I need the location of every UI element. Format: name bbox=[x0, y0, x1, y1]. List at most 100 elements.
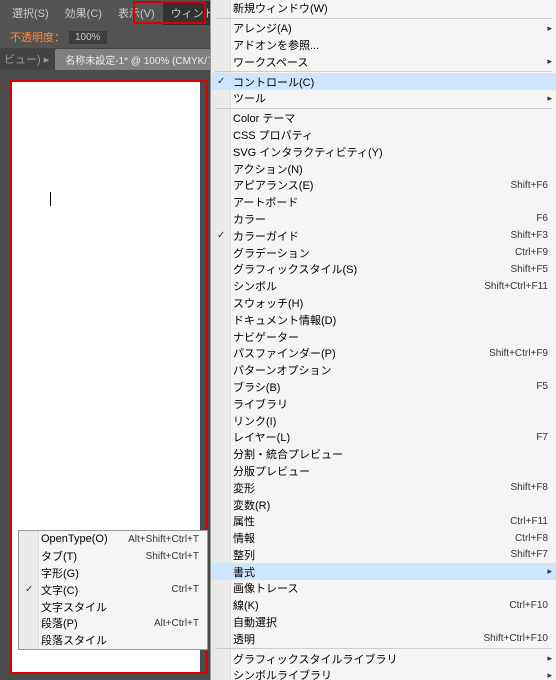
menu-item-shortcut: Shift+F8 bbox=[510, 482, 548, 493]
window-menu-item[interactable]: 分版プレビュー bbox=[211, 463, 556, 480]
window-menu-item[interactable]: 変形Shift+F8 bbox=[211, 479, 556, 496]
menu-item-label: 変形 bbox=[233, 480, 510, 496]
submenu-arrow-icon: ▸ bbox=[547, 56, 552, 67]
menu-item-shortcut: Shift+Ctrl+F9 bbox=[489, 348, 548, 359]
window-menu-item[interactable]: ドキュメント情報(D) bbox=[211, 311, 556, 328]
menu-item-shortcut: F6 bbox=[536, 213, 548, 224]
menu-item-label: 情報 bbox=[233, 530, 515, 546]
window-menu-item[interactable]: カラーガイドShift+F3 bbox=[211, 227, 556, 244]
window-menu-item[interactable]: アレンジ(A)▸ bbox=[211, 20, 556, 37]
type-submenu-item[interactable]: OpenType(O)Alt+Shift+Ctrl+T bbox=[19, 531, 207, 548]
window-menu-item[interactable]: 情報Ctrl+F8 bbox=[211, 530, 556, 547]
window-menu-item[interactable]: ツール▸ bbox=[211, 90, 556, 107]
submenu-arrow-icon: ▸ bbox=[547, 670, 552, 680]
window-menu-item[interactable]: ライブラリ bbox=[211, 395, 556, 412]
submenu-arrow-icon: ▸ bbox=[547, 23, 552, 34]
menu-item-label: パターンオプション bbox=[233, 362, 548, 378]
window-menu-item[interactable]: アドオンを参照... bbox=[211, 37, 556, 54]
window-menu-item[interactable]: シンボルShift+Ctrl+F11 bbox=[211, 278, 556, 295]
menu-item-shortcut: Ctrl+T bbox=[172, 584, 200, 595]
type-submenu-item[interactable]: 字形(G) bbox=[19, 565, 207, 582]
type-submenu-item[interactable]: 文字(C)Ctrl+T bbox=[19, 581, 207, 598]
menu-item-shortcut: Shift+F3 bbox=[510, 230, 548, 241]
text-cursor bbox=[50, 192, 51, 206]
menu-separator bbox=[215, 108, 552, 109]
window-menu-item[interactable]: 整列Shift+F7 bbox=[211, 547, 556, 564]
window-menu-item[interactable]: CSS プロパティ bbox=[211, 127, 556, 144]
type-submenu-item[interactable]: 文字スタイル bbox=[19, 598, 207, 615]
type-submenu-item[interactable]: タブ(T)Shift+Ctrl+T bbox=[19, 548, 207, 565]
window-menu-item[interactable]: リンク(I) bbox=[211, 412, 556, 429]
window-menu-item[interactable]: 透明Shift+Ctrl+F10 bbox=[211, 630, 556, 647]
menu-item-label: タブ(T) bbox=[41, 548, 146, 564]
menu-item-shortcut: Shift+Ctrl+F11 bbox=[484, 281, 548, 292]
window-menu-item[interactable]: 線(K)Ctrl+F10 bbox=[211, 597, 556, 614]
menu-item-shortcut: Shift+Ctrl+T bbox=[146, 551, 199, 562]
menu-item-label: コントロール(C) bbox=[233, 74, 548, 90]
menu-item-label: 自動選択 bbox=[233, 614, 548, 630]
menu-item-label: スウォッチ(H) bbox=[233, 295, 548, 311]
menu-view[interactable]: 表示(V) bbox=[110, 1, 163, 25]
menu-item-label: パスファインダー(P) bbox=[233, 345, 489, 361]
menu-item-label: 段落(P) bbox=[41, 615, 154, 631]
window-menu-item[interactable]: 自動選択 bbox=[211, 614, 556, 631]
window-menu-item[interactable]: レイヤー(L)F7 bbox=[211, 429, 556, 446]
menu-effect[interactable]: 効果(C) bbox=[57, 1, 110, 25]
window-menu-item[interactable]: コントロール(C) bbox=[211, 73, 556, 90]
window-menu-item[interactable]: アピアランス(E)Shift+F6 bbox=[211, 177, 556, 194]
window-menu-item[interactable]: ブラシ(B)F5 bbox=[211, 379, 556, 396]
menu-item-label: 新規ウィンドウ(W) bbox=[233, 0, 548, 16]
window-menu-item[interactable]: パターンオプション bbox=[211, 362, 556, 379]
menu-item-label: ワークスペース bbox=[233, 54, 548, 70]
window-menu: 新規ウィンドウ(W)アレンジ(A)▸アドオンを参照...ワークスペース▸コントロ… bbox=[210, 0, 556, 680]
menu-item-label: カラーガイド bbox=[233, 228, 510, 244]
opacity-label: 不透明度： bbox=[10, 29, 65, 45]
window-menu-item[interactable]: アクション(N) bbox=[211, 160, 556, 177]
menu-separator bbox=[215, 18, 552, 19]
menu-item-label: 属性 bbox=[233, 513, 510, 529]
window-menu-item[interactable]: グラフィックスタイルライブラリ▸ bbox=[211, 650, 556, 667]
menu-item-label: リンク(I) bbox=[233, 413, 548, 429]
menu-item-label: グラフィックスタイル(S) bbox=[233, 261, 510, 277]
menu-item-label: シンボルライブラリ bbox=[233, 667, 548, 680]
window-menu-item[interactable]: グラフィックスタイル(S)Shift+F5 bbox=[211, 261, 556, 278]
menu-item-label: アクション(N) bbox=[233, 161, 548, 177]
menu-item-shortcut: Shift+F6 bbox=[510, 180, 548, 191]
window-menu-item[interactable]: パスファインダー(P)Shift+Ctrl+F9 bbox=[211, 345, 556, 362]
window-menu-item[interactable]: SVG インタラクティビティ(Y) bbox=[211, 143, 556, 160]
menu-item-label: カラー bbox=[233, 211, 536, 227]
type-submenu-item[interactable]: 段落スタイル bbox=[19, 632, 207, 649]
window-menu-item[interactable]: 書式▸ bbox=[211, 563, 556, 580]
window-menu-item[interactable]: Color テーマ bbox=[211, 110, 556, 127]
window-menu-item[interactable]: アートボード bbox=[211, 194, 556, 211]
menu-separator bbox=[215, 71, 552, 72]
window-menu-item[interactable]: グラデーションCtrl+F9 bbox=[211, 244, 556, 261]
tab-overflow[interactable]: ビュー) ▸ bbox=[0, 51, 53, 67]
window-menu-item[interactable]: 画像トレース bbox=[211, 580, 556, 597]
window-menu-item[interactable]: 変数(R) bbox=[211, 496, 556, 513]
menu-item-label: 段落スタイル bbox=[41, 632, 199, 648]
window-menu-item[interactable]: 新規ウィンドウ(W) bbox=[211, 0, 556, 17]
menu-item-shortcut: Alt+Shift+Ctrl+T bbox=[128, 534, 199, 545]
submenu-arrow-icon: ▸ bbox=[547, 566, 552, 577]
menu-item-label: OpenType(O) bbox=[41, 533, 128, 545]
window-menu-item[interactable]: シンボルライブラリ▸ bbox=[211, 667, 556, 680]
menu-item-label: SVG インタラクティビティ(Y) bbox=[233, 144, 548, 160]
menu-item-label: 字形(G) bbox=[41, 565, 199, 581]
menu-select[interactable]: 選択(S) bbox=[4, 1, 57, 25]
menu-separator bbox=[215, 648, 552, 649]
window-menu-item[interactable]: カラーF6 bbox=[211, 211, 556, 228]
menu-item-label: ブラシ(B) bbox=[233, 379, 536, 395]
menu-item-shortcut: Ctrl+F8 bbox=[515, 533, 548, 544]
type-submenu-item[interactable]: 段落(P)Alt+Ctrl+T bbox=[19, 615, 207, 632]
window-menu-item[interactable]: スウォッチ(H) bbox=[211, 295, 556, 312]
window-menu-item[interactable]: 分割・統合プレビュー bbox=[211, 446, 556, 463]
window-menu-item[interactable]: ナビゲーター bbox=[211, 328, 556, 345]
window-menu-item[interactable]: 属性Ctrl+F11 bbox=[211, 513, 556, 530]
menu-item-shortcut: Ctrl+F11 bbox=[510, 516, 548, 527]
opacity-value[interactable]: 100% bbox=[69, 31, 107, 44]
menu-item-shortcut: Ctrl+F9 bbox=[515, 247, 548, 258]
menu-item-label: 変数(R) bbox=[233, 497, 548, 513]
window-menu-item[interactable]: ワークスペース▸ bbox=[211, 53, 556, 70]
menu-item-shortcut: Shift+F7 bbox=[510, 549, 548, 560]
